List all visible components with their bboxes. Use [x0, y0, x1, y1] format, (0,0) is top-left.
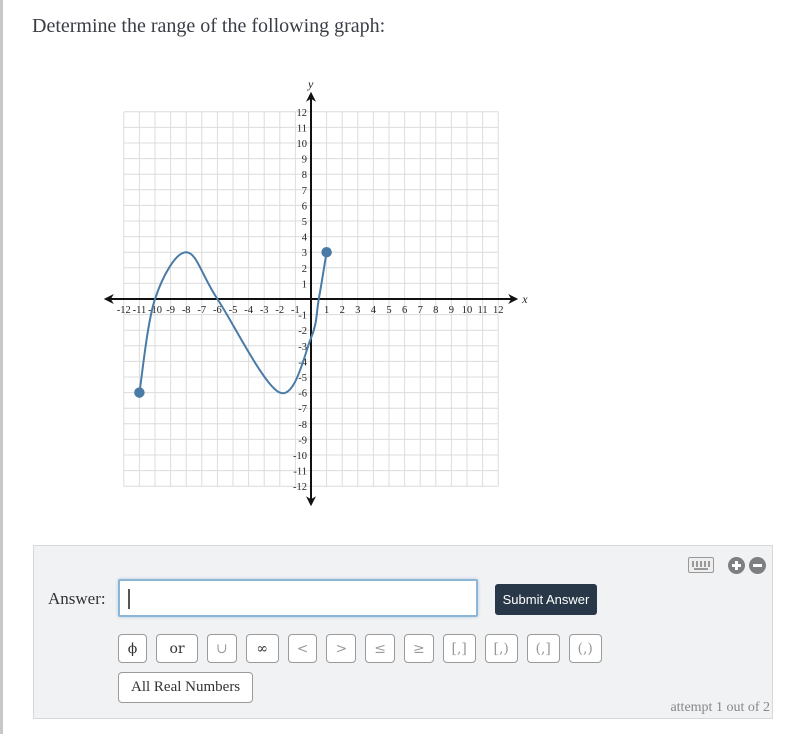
- x-tick-label: -3: [260, 305, 269, 316]
- or-button[interactable]: or: [156, 634, 198, 663]
- x-tick-label: 2: [340, 305, 345, 316]
- keyboard-icon[interactable]: [688, 557, 714, 573]
- page: Determine the range of the following gra…: [0, 0, 800, 734]
- graph: x y -12 -11 -10 -9 -8 -7 -6 -5 -4 -3 -2 -1 1 2 3 4 5 6 7 8 9 10…: [98, 78, 538, 508]
- y-tick-label: -1: [298, 311, 307, 322]
- answer-input[interactable]: [118, 579, 478, 617]
- endpoint-dot: [134, 387, 145, 398]
- graph-svg: xy-12 -11 -10 -9 -8 -7 -6 -5 -4 -3 -2 -1 1 2 3 4 5 6 7 8 9 10…: [103, 78, 528, 507]
- x-tick-label: 4: [371, 305, 377, 316]
- x-tick-label: -10: [148, 305, 162, 316]
- y-tick-label: -7: [298, 404, 307, 415]
- attempt-counter: attempt 1 out of 2: [670, 700, 770, 715]
- x-tick-label: 1: [324, 305, 329, 316]
- less-equal-button[interactable]: ≤: [365, 634, 395, 663]
- greater-equal-button[interactable]: ≥: [403, 634, 434, 663]
- x-tick-label: -4: [244, 305, 253, 316]
- x-tick-label: -8: [182, 305, 191, 316]
- x-axis-label: x: [521, 292, 528, 306]
- text-caret: [128, 589, 130, 609]
- closed-open-interval-button[interactable]: [,): [484, 634, 518, 663]
- y-tick-label: 9: [302, 155, 307, 166]
- y-tick-label: 5: [302, 217, 307, 228]
- y-tick-label: 12: [297, 108, 308, 119]
- x-tick-label: -12: [117, 305, 131, 316]
- open-open-interval-button[interactable]: (,): [568, 634, 602, 663]
- y-tick-label: 11: [297, 123, 307, 134]
- y-tick-label: 4: [302, 233, 308, 244]
- y-tick-label: -5: [298, 373, 307, 384]
- x-tick-label: 3: [355, 305, 360, 316]
- y-tick-label: -11: [293, 467, 307, 478]
- infinity-button[interactable]: ∞: [245, 634, 279, 663]
- x-tick-label: 9: [449, 305, 454, 316]
- y-tick-label: -6: [298, 389, 307, 400]
- x-tick-label: 8: [433, 305, 438, 316]
- x-tick-label: 7: [418, 305, 423, 316]
- all-real-numbers-button[interactable]: All Real Numbers: [118, 672, 254, 703]
- y-tick-label: 7: [302, 186, 307, 197]
- plus-circle-icon[interactable]: [728, 556, 745, 574]
- y-tick-label: -8: [298, 420, 307, 431]
- y-axis-label: y: [307, 78, 314, 91]
- closed-closed-interval-button[interactable]: [,]: [442, 634, 476, 663]
- x-tick-label: 12: [493, 305, 504, 316]
- less-than-button[interactable]: <: [287, 634, 318, 663]
- x-tick-label: 11: [478, 305, 488, 316]
- x-tick-label: -5: [229, 305, 238, 316]
- x-tick-label: 10: [462, 305, 473, 316]
- y-tick-label: -10: [293, 451, 307, 462]
- endpoint-dot: [321, 246, 332, 258]
- y-tick-label: -9: [298, 435, 307, 446]
- answer-label: Answer:: [48, 589, 106, 608]
- empty-set-button[interactable]: ϕ: [118, 634, 147, 663]
- x-tick-label: -7: [197, 305, 206, 316]
- y-tick-label: -12: [293, 482, 307, 493]
- submit-answer-button[interactable]: Submit Answer: [495, 584, 597, 615]
- y-tick-label: -2: [298, 326, 307, 337]
- minus-circle-icon[interactable]: [749, 556, 766, 574]
- y-tick-label: 3: [302, 248, 307, 259]
- y-tick-label: 8: [302, 170, 307, 181]
- union-button[interactable]: ∪: [207, 634, 237, 663]
- y-tick-label: 6: [302, 201, 307, 212]
- x-tick-label: 5: [386, 305, 391, 316]
- tool-icons: [688, 554, 766, 576]
- symbol-toolbar: ϕ or ∪ ∞ < > ≤ ≥ [,] [,) (,] (,): [118, 634, 602, 663]
- x-tick-label: -6: [213, 305, 222, 316]
- y-tick-label: 10: [297, 139, 308, 150]
- y-tick-label: 1: [302, 279, 307, 290]
- question-text: Determine the range of the following gra…: [32, 15, 386, 37]
- x-tick-label: -2: [275, 305, 284, 316]
- x-tick-label: 6: [402, 305, 407, 316]
- x-tick-label: -11: [133, 305, 147, 316]
- open-closed-interval-button[interactable]: (,]: [526, 634, 560, 663]
- greater-than-button[interactable]: >: [326, 634, 357, 663]
- y-tick-label: 2: [302, 264, 307, 275]
- answer-panel: Answer: Submit Answer ϕ or ∪ ∞ < > ≤ ≥ […: [33, 545, 773, 719]
- x-tick-label: -9: [166, 305, 175, 316]
